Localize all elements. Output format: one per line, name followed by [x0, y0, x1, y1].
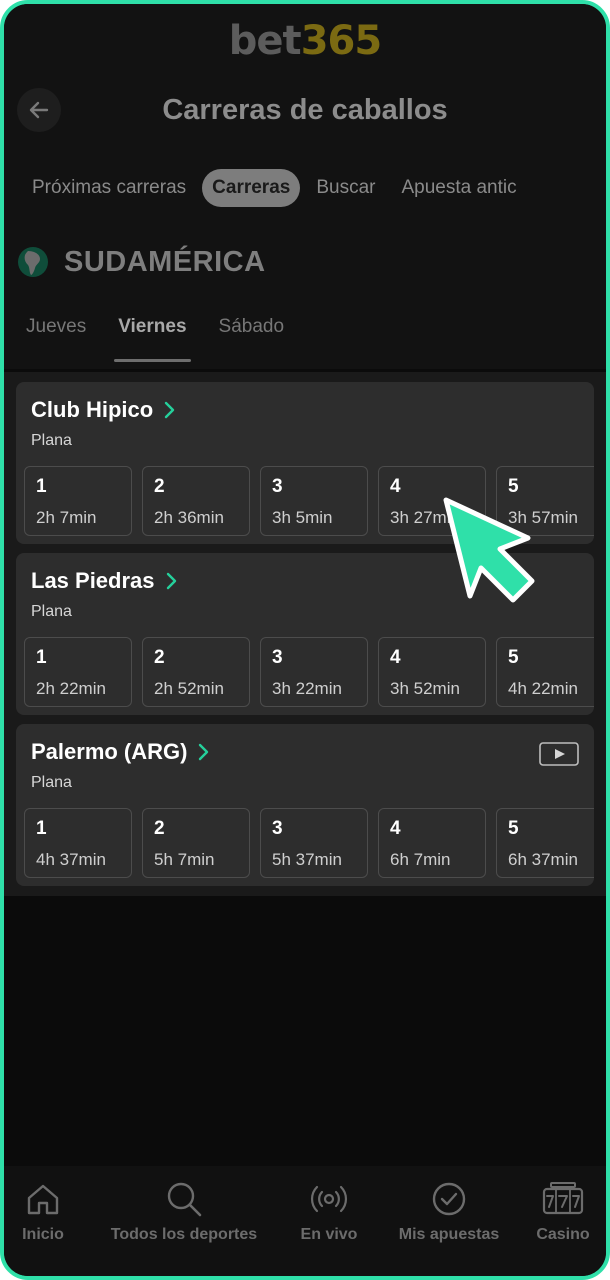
race-number: 3 [272, 818, 283, 839]
race-number: 5 [508, 818, 519, 839]
nav-label: Inicio [22, 1226, 64, 1243]
search-icon [167, 1182, 202, 1217]
race-time: 4h 37min [36, 850, 106, 869]
chevron-right-icon [165, 401, 175, 419]
check-circle-icon [432, 1182, 466, 1216]
race-time: 5h 37min [272, 850, 342, 869]
race-button[interactable]: 2 2h 52min [142, 637, 250, 707]
race-button[interactable]: 1 2h 22min [24, 637, 132, 707]
meeting-title-link[interactable]: Palermo (ARG) [31, 739, 213, 765]
race-list: 1 2h 22min 2 2h 52min 3 3h 22min 4 3h 52min … [24, 637, 594, 707]
race-time: 6h 7min [390, 850, 451, 869]
chevron-right-icon [199, 743, 209, 761]
race-time: 3h 52min [390, 679, 460, 698]
race-time: 5h 7min [154, 850, 215, 869]
meeting-race-type: Plana [31, 774, 72, 791]
nav-label: En vivo [300, 1226, 358, 1243]
tab-buscar[interactable]: Buscar [306, 169, 385, 207]
race-button[interactable]: 4 3h 52min [378, 637, 486, 707]
race-time: 6h 37min [508, 850, 578, 869]
meeting-title-link[interactable]: Las Piedras [31, 568, 181, 594]
nav-todos-los-deportes[interactable]: Todos los deportes [104, 1166, 264, 1266]
race-button[interactable]: 2 5h 7min [142, 808, 250, 878]
nav-casino[interactable]: Casino [528, 1166, 598, 1266]
app-frame: bet365 Carreras de caballos Próximas car… [0, 0, 610, 1280]
race-time: 2h 7min [36, 508, 97, 527]
meetings-list: Club Hipico Plana 1 2h 7min 2 2h 36min 3 3h… [4, 372, 606, 896]
logo-text-365: 365 [300, 18, 382, 64]
day-tab-viernes[interactable]: Viernes [114, 316, 191, 362]
race-time: 4h 22min [508, 679, 578, 698]
pointer-cursor-icon [443, 497, 535, 603]
meeting-name: Palermo (ARG) [31, 739, 188, 764]
race-number: 1 [36, 476, 47, 497]
race-number: 4 [390, 818, 401, 839]
day-tab-jueves[interactable]: Jueves [22, 316, 90, 362]
video-play-icon[interactable] [539, 742, 579, 766]
race-time: 2h 52min [154, 679, 224, 698]
race-number: 2 [154, 476, 165, 497]
meeting-race-type: Plana [31, 432, 72, 449]
race-time: 3h 22min [272, 679, 342, 698]
nav-label: Mis apuestas [398, 1226, 500, 1243]
nav-label: Casino [536, 1226, 590, 1243]
nav-inicio[interactable]: Inicio [8, 1166, 78, 1266]
chevron-right-icon [166, 572, 176, 590]
race-list: 1 4h 37min 2 5h 7min 3 5h 37min 4 6h 7min 5 6… [24, 808, 594, 878]
header: bet365 Carreras de caballos Próximas car… [4, 4, 606, 369]
race-button[interactable]: 5 6h 37min [496, 808, 594, 878]
day-tabs: Jueves Viernes Sábado [22, 316, 312, 362]
meeting-title-link[interactable]: Club Hipico [31, 397, 179, 423]
race-button[interactable]: 5 4h 22min [496, 637, 594, 707]
bottom-navigation: Inicio Todos los deportes En vivo Mis ap… [4, 1166, 606, 1276]
tab-proximas-carreras[interactable]: Próximas carreras [22, 169, 196, 207]
race-button[interactable]: 1 2h 7min [24, 466, 132, 536]
page-title: Carreras de caballos [162, 94, 448, 126]
tab-carreras[interactable]: Carreras [202, 169, 301, 207]
region-title: SUDAMÉRICA [64, 245, 266, 278]
globe-south-america-icon [18, 247, 48, 277]
race-number: 1 [36, 647, 47, 668]
race-button[interactable]: 4 6h 7min [378, 808, 486, 878]
home-icon [27, 1184, 59, 1215]
race-time: 2h 22min [36, 679, 106, 698]
race-number: 1 [36, 818, 47, 839]
meeting-race-type: Plana [31, 603, 72, 620]
race-number: 5 [508, 647, 519, 668]
race-number: 3 [272, 647, 283, 668]
race-button[interactable]: 1 4h 37min [24, 808, 132, 878]
race-number: 4 [390, 476, 401, 497]
nav-label: Todos los deportes [110, 1226, 258, 1243]
race-button[interactable]: 2 2h 36min [142, 466, 250, 536]
race-time: 2h 36min [154, 508, 224, 527]
race-number: 2 [154, 647, 165, 668]
race-number: 3 [272, 476, 283, 497]
slot-machine-icon [542, 1182, 584, 1215]
race-button[interactable]: 3 5h 37min [260, 808, 368, 878]
region-header: SUDAMÉRICA [16, 245, 266, 279]
race-time: 3h 5min [272, 508, 333, 527]
day-tab-sabado[interactable]: Sábado [215, 316, 289, 362]
race-number: 4 [390, 647, 401, 668]
nav-mis-apuestas[interactable]: Mis apuestas [389, 1166, 509, 1266]
live-icon [310, 1185, 348, 1213]
race-button[interactable]: 3 3h 22min [260, 637, 368, 707]
category-tabs: Próximas carreras Carreras Buscar Apuest… [22, 168, 533, 208]
meeting-card: Palermo (ARG) Plana 1 4h 37min 2 5h 7min 3… [16, 724, 594, 886]
race-button[interactable]: 3 3h 5min [260, 466, 368, 536]
logo-text-bet: bet [228, 18, 302, 64]
nav-en-vivo[interactable]: En vivo [289, 1166, 369, 1266]
race-number: 2 [154, 818, 165, 839]
meeting-name: Club Hipico [31, 397, 154, 422]
bet365-logo[interactable]: bet365 [4, 18, 606, 64]
tab-apuesta-anticipada[interactable]: Apuesta antic [391, 169, 526, 207]
meeting-name: Las Piedras [31, 568, 155, 593]
